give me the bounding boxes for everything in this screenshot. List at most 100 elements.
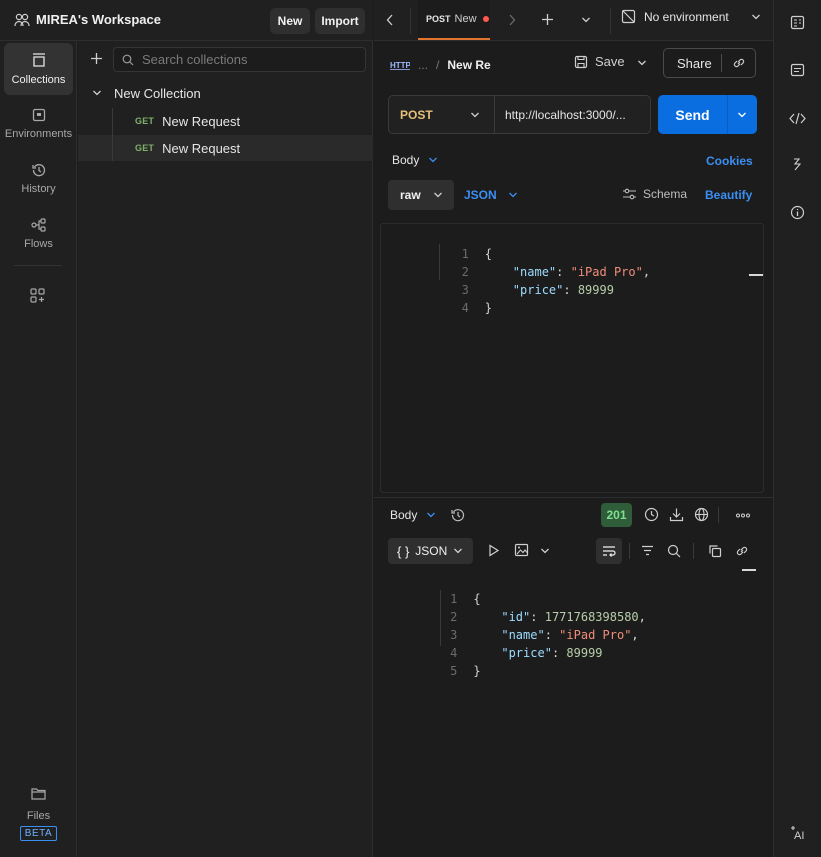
download-icon[interactable] <box>669 507 684 522</box>
send-options-icon[interactable] <box>728 110 747 120</box>
chevron-down-icon <box>93 90 101 96</box>
import-button[interactable]: Import <box>315 8 365 34</box>
info-icon[interactable] <box>790 205 805 220</box>
sidebar-item-collections[interactable]: Collections <box>4 43 73 95</box>
filter-icon[interactable] <box>641 545 654 556</box>
json-value: 1771768398580 <box>544 610 639 624</box>
search-input[interactable]: Search collections <box>113 47 366 72</box>
json-value: 89999 <box>566 646 603 660</box>
environment-selector[interactable]: No environment <box>621 9 761 24</box>
line-number: 2 <box>461 265 469 279</box>
pane-splitter[interactable] <box>374 497 773 498</box>
code-icon[interactable] <box>789 112 806 125</box>
schema-button[interactable]: Schema <box>622 187 687 201</box>
scrollbar-marker[interactable] <box>742 569 756 571</box>
schema-label: Schema <box>643 187 688 201</box>
send-button[interactable]: Send <box>658 107 727 123</box>
add-collection-icon[interactable] <box>90 52 103 65</box>
list-item[interactable]: GET New Request <box>78 108 373 134</box>
preview-icon[interactable] <box>488 544 500 557</box>
related-collections-icon[interactable] <box>791 157 804 172</box>
sidebar-item-environments[interactable]: Environments <box>4 98 73 150</box>
code-text: } <box>473 664 481 678</box>
method-select[interactable]: POST <box>389 96 495 133</box>
response-body-code[interactable]: 1{ 2 "id": 1771768398580, 3 "name": "iPad … <box>394 572 646 678</box>
tab-bar: POST New No environment <box>374 0 773 41</box>
ai-assistant-icon[interactable]: AI <box>789 825 807 841</box>
wrap-lines-button[interactable] <box>596 538 622 564</box>
tab-new-request[interactable]: POST New <box>418 0 490 40</box>
folder-icon <box>31 788 46 800</box>
request-body-editor[interactable]: 1{ 2 "name": "iPad Pro", 3 "price": 89999 … <box>380 223 764 493</box>
breadcrumb-prefix[interactable]: ... <box>418 58 428 72</box>
more-options-icon[interactable] <box>736 513 750 518</box>
chevron-down-icon <box>429 157 438 163</box>
tabs-dropdown-icon[interactable] <box>581 15 591 25</box>
response-body-label: Body <box>390 508 418 522</box>
copy-icon[interactable] <box>708 544 722 558</box>
line-number: 1 <box>450 592 458 606</box>
line-number: 4 <box>450 646 458 660</box>
json-key: "name" <box>501 628 545 642</box>
sidebar-item-label: Collections <box>11 74 66 86</box>
raw-label: raw <box>400 188 421 202</box>
share-button-group: Share <box>663 48 756 78</box>
url-input[interactable]: http://localhost:3000/... <box>495 108 645 122</box>
response-format-select[interactable]: { } JSON <box>388 538 473 564</box>
body-mode-select[interactable]: raw <box>388 180 454 210</box>
method-badge: GET <box>135 143 155 153</box>
new-button[interactable]: New <box>270 8 310 34</box>
sidebar-rail: Collections Environments History Flows F… <box>0 41 77 857</box>
status-badge[interactable]: 201 <box>601 503 632 527</box>
beautify-button[interactable]: Beautify <box>705 188 752 202</box>
method-badge: GET <box>135 116 155 126</box>
save-button[interactable]: Save <box>574 54 625 69</box>
json-key: "name" <box>512 265 557 279</box>
request-title[interactable]: New Re <box>447 58 490 72</box>
collections-pane <box>78 41 373 857</box>
language-select[interactable]: JSON <box>464 188 518 202</box>
no-environment-icon <box>621 9 636 24</box>
unsaved-dot <box>482 16 489 22</box>
scrollbar-marker[interactable] <box>749 274 763 276</box>
sidebar-item-history[interactable]: History <box>4 153 73 205</box>
link-icon[interactable] <box>735 544 749 558</box>
comments-icon[interactable] <box>790 63 805 78</box>
save-dropdown-icon[interactable] <box>637 58 647 68</box>
code-text: { <box>484 247 493 261</box>
tab-body[interactable]: Body <box>392 153 438 167</box>
response-tab-body[interactable]: Body <box>390 508 465 522</box>
response-time-icon[interactable] <box>644 507 659 522</box>
search-icon[interactable] <box>667 544 681 558</box>
search-placeholder: Search collections <box>142 52 248 67</box>
format-label: JSON <box>415 544 448 558</box>
schema-icon <box>623 188 636 200</box>
braces-icon: { } <box>397 543 410 559</box>
list-item[interactable]: GET New Request <box>78 135 373 161</box>
tab-method: POST <box>426 14 451 24</box>
chevron-down-icon <box>427 512 436 518</box>
sidebar-item-flows[interactable]: Flows <box>4 208 73 260</box>
environment-label: No environment <box>644 9 729 24</box>
body-tab-label: Body <box>392 153 420 167</box>
sidebar-item-files[interactable]: Files BETA <box>4 787 73 841</box>
response-history-icon[interactable] <box>451 508 465 522</box>
files-label: Files <box>26 810 51 822</box>
new-tab-icon[interactable] <box>541 13 554 26</box>
copy-link-icon[interactable] <box>722 56 746 70</box>
visualize-dropdown-icon[interactable] <box>540 546 550 556</box>
tabs-forward-icon[interactable] <box>508 14 516 26</box>
tab-title: New <box>454 13 477 25</box>
line-number: 5 <box>450 664 458 678</box>
right-sidebar: AI <box>773 0 821 857</box>
share-button[interactable]: Share <box>664 56 721 71</box>
workspace-switcher[interactable]: MIREA's Workspace <box>14 12 161 27</box>
visualize-icon[interactable] <box>514 543 529 557</box>
configure-sidebar-icon[interactable] <box>30 288 45 303</box>
tabs-back-icon[interactable] <box>386 14 394 26</box>
cookies-link[interactable]: Cookies <box>706 154 753 168</box>
network-globe-icon[interactable] <box>694 507 709 522</box>
json-value: "iPad Pro" <box>559 628 632 642</box>
collection-folder[interactable]: New Collection <box>92 84 201 102</box>
api-docs-icon[interactable] <box>790 15 805 30</box>
